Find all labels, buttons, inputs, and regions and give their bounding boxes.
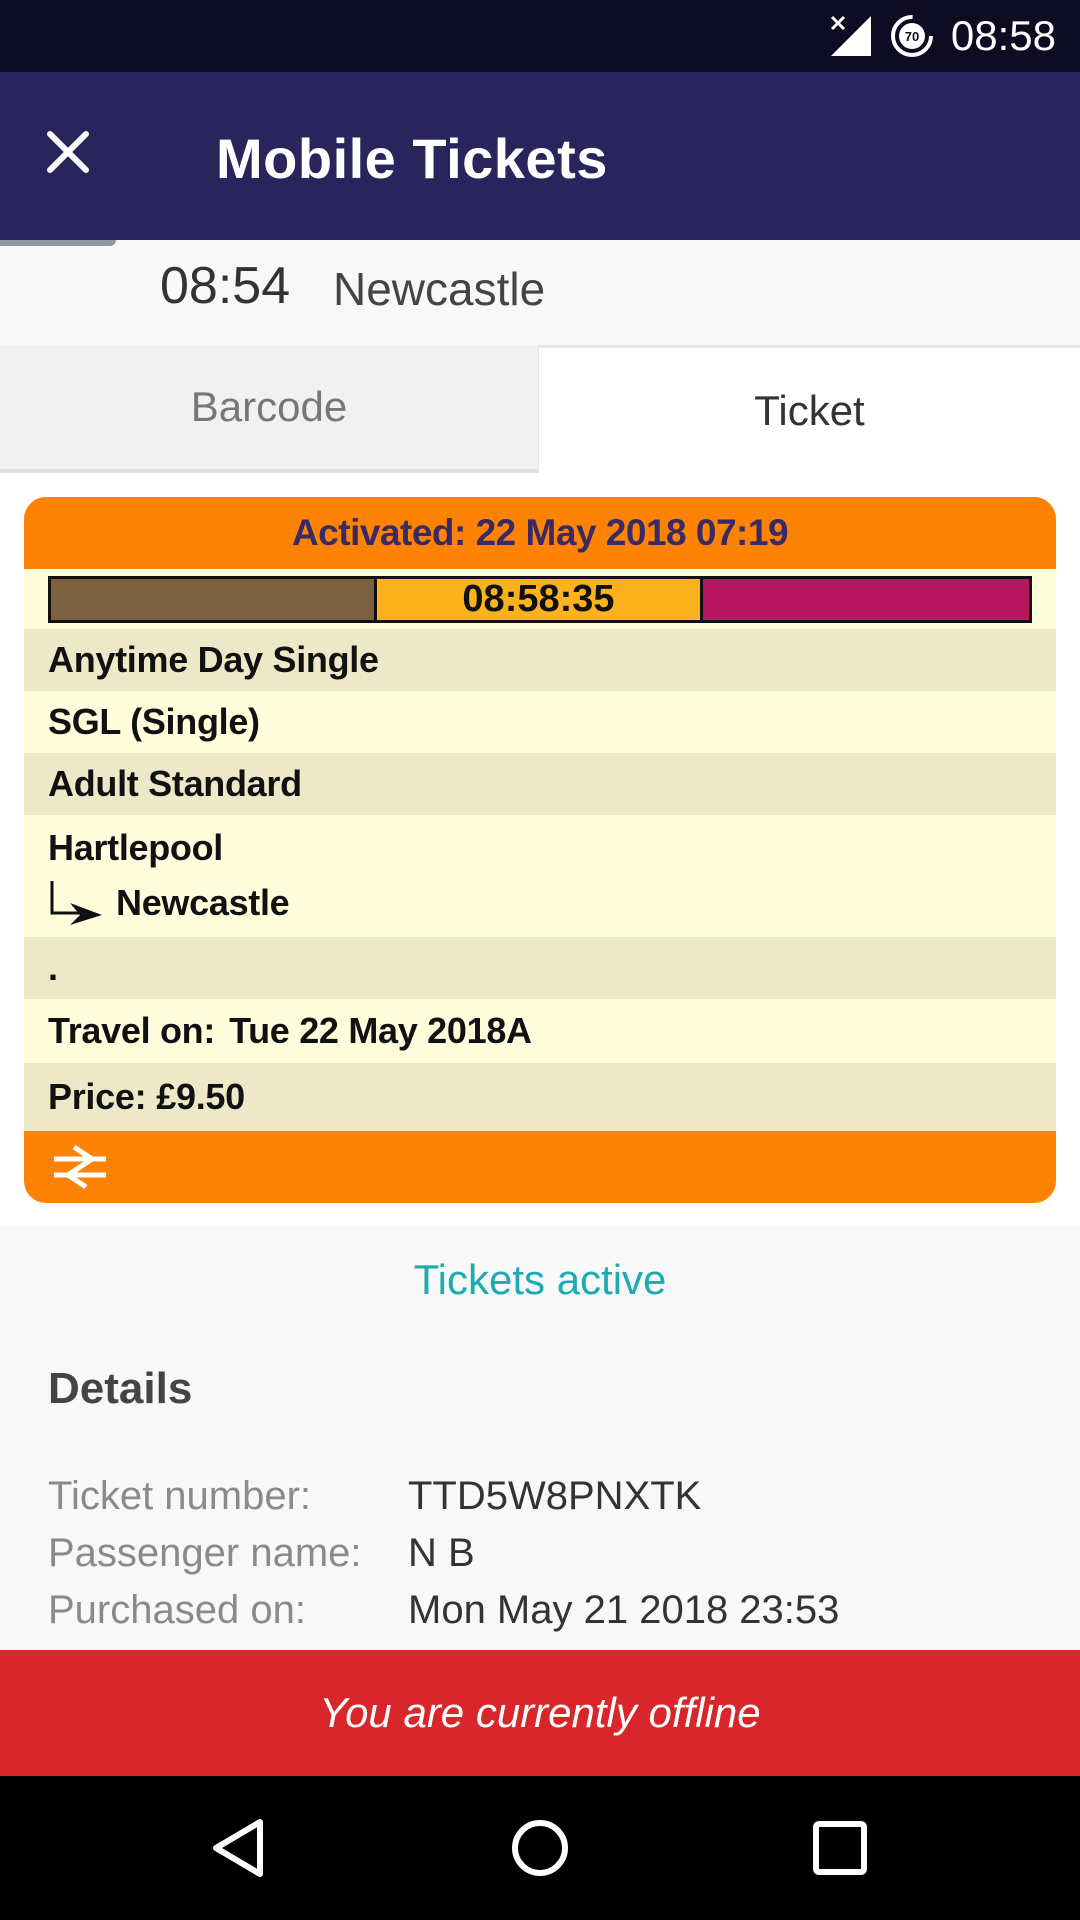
journey-summary: 08:54 Newcastle [0,240,1080,345]
price-label: Price: [48,1076,147,1117]
system-nav-bar [0,1776,1080,1920]
ticket-route: Hartlepool Newcastle [24,815,1056,937]
detail-value: TTD5W8PNXTK [408,1474,702,1518]
journey-destination: Newcastle [333,263,546,315]
status-clock: 08:58 [950,12,1056,59]
detail-label: Ticket number: [48,1474,312,1518]
close-icon [47,131,89,173]
detail-label: Purchased on: [48,1588,306,1632]
route-destination: Newcastle [116,882,290,923]
status-bar: 70 08:58 [0,0,1080,72]
timer-segment-left [51,579,377,620]
ticket-notes: . [24,937,1056,999]
timer-row: 08:58:35 [24,569,1056,629]
tab-barcode[interactable]: Barcode [0,345,538,473]
national-rail-icon [54,1145,106,1189]
travel-on-value: Tue 22 May 2018A [229,1010,532,1051]
detail-label: Passenger name: [48,1531,362,1575]
offline-banner: You are currently offline [0,1650,1080,1776]
ticket-footer [24,1131,1056,1203]
signal-off-icon [829,14,873,58]
details-title: Details [48,1364,193,1413]
status-icons: 70 08:58 [829,0,1080,72]
close-button[interactable] [34,118,102,186]
journey-type: SGL (Single) [24,691,1056,753]
ticket-area: Activated: 22 May 2018 07:19 08:58:35 An… [0,473,1080,1226]
back-button[interactable] [204,1812,276,1884]
recents-icon [813,1821,867,1875]
app-bar: Mobile Tickets [0,72,1080,240]
route-arrow-icon [50,881,102,925]
back-icon [213,1819,263,1877]
passenger-class: Adult Standard [24,753,1056,815]
journey-time: 08:54 [160,257,291,315]
travel-on-row: Travel on: Tue 22 May 2018A [24,999,1056,1063]
tickets-active-status: Tickets active [413,1256,667,1303]
security-timer-bar: 08:58:35 [48,576,1032,623]
ticket-card: Activated: 22 May 2018 07:19 08:58:35 An… [24,497,1056,1203]
battery-saver-icon: 70 [889,13,935,59]
travel-on-label: Travel on: [48,1010,216,1051]
page-title: Mobile Tickets [216,127,608,190]
price-row: Price: £9.50 [24,1063,1056,1131]
timer-segment-right [703,579,1029,620]
price-value: £9.50 [156,1076,245,1117]
home-button[interactable] [504,1812,576,1884]
ticket-activated: Activated: 22 May 2018 07:19 [24,497,1056,569]
scroll-indicator [0,240,116,246]
ticket-type: Anytime Day Single [24,629,1056,691]
recents-button[interactable] [804,1812,876,1884]
route-origin: Hartlepool [48,827,224,868]
detail-value: N B [408,1531,475,1575]
tab-ticket[interactable]: Ticket [538,345,1080,473]
battery-level: 70 [905,29,919,44]
home-icon [512,1820,568,1876]
detail-value: Mon May 21 2018 23:53 [408,1588,840,1632]
route-destination-line: Newcastle [48,879,290,927]
timer-clock: 08:58:35 [376,578,704,620]
ticket-tabs: Barcode Ticket [0,345,1080,473]
